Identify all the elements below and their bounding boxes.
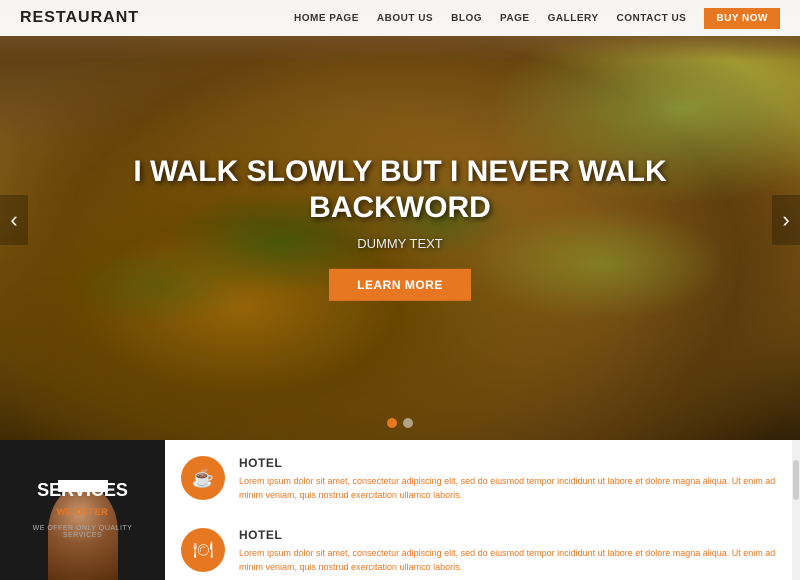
slider-next-arrow[interactable]: ›	[772, 195, 800, 245]
coffee-cup-icon: ☕	[192, 468, 214, 489]
nav-home[interactable]: HOME PAGE	[294, 13, 359, 24]
slider-prev-arrow[interactable]: ‹	[0, 195, 28, 245]
scrollbar[interactable]	[792, 440, 800, 580]
service-text-2: Lorem ipsum dolor sit amet, consectetur …	[239, 547, 776, 574]
slider-dot-2[interactable]	[403, 418, 413, 428]
hero-content: I WALK SLOWLY BUT I NEVER WALK BACKWORD …	[120, 154, 680, 301]
service-content-2: HOTEL Lorem ipsum dolor sit amet, consec…	[239, 528, 776, 574]
slider-dots	[387, 418, 413, 428]
logo: RESTAURANT	[20, 9, 139, 27]
services-panel-title: SERVICES	[15, 481, 150, 501]
buy-now-button[interactable]: BUY NOW	[704, 8, 780, 29]
service-item-2: 🍽 HOTEL Lorem ipsum dolor sit amet, cons…	[181, 520, 776, 574]
fork-plate-icon: 🍽	[193, 540, 213, 560]
scrollbar-thumb[interactable]	[793, 460, 799, 500]
header: RESTAURANT HOME PAGE ABOUT US BLOG PAGE …	[0, 0, 800, 36]
nav-gallery[interactable]: GALLERY	[548, 13, 599, 24]
services-list: ☕ HOTEL Lorem ipsum dolor sit amet, cons…	[165, 440, 792, 580]
service-title-1: HOTEL	[239, 456, 776, 470]
navigation: HOME PAGE ABOUT US BLOG PAGE GALLERY CON…	[294, 8, 780, 29]
services-panel-desc: WE OFFER ONLY QUALITY SERVICES	[15, 525, 150, 539]
nav-page[interactable]: PAGE	[500, 13, 530, 24]
service-title-2: HOTEL	[239, 528, 776, 542]
nav-contact[interactable]: CONTACT US	[617, 13, 687, 24]
hero-subtitle: DUMMY TEXT	[120, 236, 680, 251]
services-section: SERVICES WE OFFER WE OFFER ONLY QUALITY …	[0, 440, 800, 580]
hero-title: I WALK SLOWLY BUT I NEVER WALK BACKWORD	[120, 154, 680, 226]
chevron-left-icon: ‹	[10, 207, 17, 233]
learn-more-button[interactable]: Learn More	[329, 269, 471, 301]
services-panel: SERVICES WE OFFER WE OFFER ONLY QUALITY …	[0, 440, 165, 580]
service-text-1: Lorem ipsum dolor sit amet, consectetur …	[239, 475, 776, 502]
service-content-1: HOTEL Lorem ipsum dolor sit amet, consec…	[239, 456, 776, 502]
chevron-right-icon: ›	[782, 207, 789, 233]
service-item-1: ☕ HOTEL Lorem ipsum dolor sit amet, cons…	[181, 448, 776, 502]
nav-blog[interactable]: BLOG	[451, 13, 482, 24]
hero-section: I WALK SLOWLY BUT I NEVER WALK BACKWORD …	[0, 0, 800, 440]
service-icon-wrap-1: ☕	[181, 456, 225, 500]
services-panel-subtitle: WE OFFER	[15, 507, 150, 517]
slider-dot-1[interactable]	[387, 418, 397, 428]
service-icon-wrap-2: 🍽	[181, 528, 225, 572]
nav-about[interactable]: ABOUT US	[377, 13, 433, 24]
